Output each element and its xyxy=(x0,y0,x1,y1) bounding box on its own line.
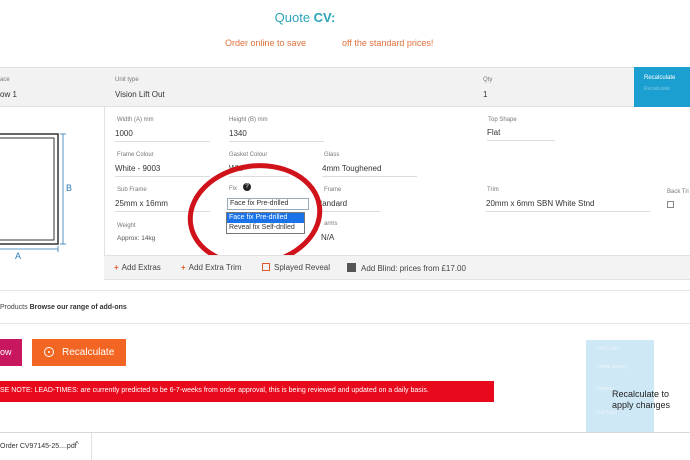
promo-text-2: off the standard prices! xyxy=(342,38,434,48)
highlight-circle-annotation xyxy=(187,163,323,267)
price-summary-panel: Unit Costs Online Saving Delivery Sub To… xyxy=(586,340,654,435)
recalculate-note: Recalculate to apply changes xyxy=(612,389,671,410)
page-title-quote-ref: CV: xyxy=(313,10,336,25)
download-file-name: Order CV97145-25....pdf xyxy=(0,443,77,450)
qty-input[interactable]: 1 xyxy=(483,90,487,99)
order-now-button[interactable]: ow xyxy=(0,339,22,366)
unit-type-label: Unit type xyxy=(115,77,139,83)
page-title: Quote CV: xyxy=(0,10,610,25)
reference-label: ace xyxy=(0,77,10,83)
checkbox-icon xyxy=(262,263,270,271)
page-title-prefix: Quote xyxy=(274,10,314,25)
online-saving-label: Online Saving xyxy=(596,364,628,370)
divider xyxy=(0,323,690,324)
splayed-reveal-button[interactable]: Splayed Reveal xyxy=(262,263,330,272)
back-trim-checkbox[interactable] xyxy=(667,201,674,208)
download-bar: Order CV97145-25....pdf ^ xyxy=(0,432,690,460)
add-blind-label: Add Blind: prices from £17.00 xyxy=(361,264,466,273)
splayed-reveal-label: Splayed Reveal xyxy=(274,263,331,272)
extras-toolbar: + Add Extras + Add Extra Trim Splayed Reve… xyxy=(104,255,690,280)
back-trim-label: Back Tri xyxy=(667,189,689,195)
glass-select[interactable]: 4mm Toughened xyxy=(322,162,417,177)
lead-time-notice: SE NOTE: LEAD-TIMES: are currently predi… xyxy=(0,381,494,402)
trim-select[interactable]: 20mm x 6mm SBN White Stnd xyxy=(486,197,650,212)
window-diagram: B A xyxy=(0,107,104,261)
unit-costs-label: Unit Costs xyxy=(596,346,620,352)
blind-icon xyxy=(347,263,356,272)
plus-icon: + xyxy=(114,263,119,272)
recalculate-button[interactable]: Recalculate xyxy=(32,339,126,366)
target-icon xyxy=(44,347,54,357)
products-row: Products Browse our range of add-ons xyxy=(0,304,127,311)
browse-add-ons-link[interactable]: Browse our range of add-ons xyxy=(30,304,127,311)
trim-label: Trim xyxy=(487,187,499,193)
arms-label: arms xyxy=(324,221,338,227)
height-label: Height (B) mm xyxy=(229,117,268,123)
window-diagram-svg xyxy=(0,133,66,252)
add-extra-trim-label: Add Extra Trim xyxy=(188,263,242,272)
frame-colour-label: Frame Colour xyxy=(117,152,154,158)
top-shape-label: Top Shape xyxy=(488,117,517,123)
height-input[interactable]: 1340 xyxy=(229,127,324,142)
add-blind-button[interactable]: Add Blind: prices from £17.00 xyxy=(347,263,466,273)
download-item[interactable]: Order CV97145-25....pdf ^ xyxy=(0,433,92,460)
recalculate-header-ghost: Recalculate xyxy=(644,86,671,92)
frame-type-label: Frame xyxy=(324,187,342,193)
gasket-colour-label: Gasket Colour xyxy=(229,152,268,158)
width-input[interactable]: 1000 xyxy=(115,127,210,142)
sub-frame-label: Sub Frame xyxy=(117,187,147,193)
add-extras-button[interactable]: + Add Extras xyxy=(114,263,161,272)
order-now-label: ow xyxy=(0,347,12,357)
recalculate-button-label: Recalculate xyxy=(62,347,115,358)
chevron-up-icon[interactable]: ^ xyxy=(75,440,79,449)
unit-type-value[interactable]: Vision Lift Out xyxy=(115,90,165,99)
reference-value[interactable]: ow 1 xyxy=(0,90,17,99)
divider xyxy=(0,290,690,291)
add-extra-trim-button[interactable]: + Add Extra Trim xyxy=(181,263,242,272)
width-label: Width (A) mm xyxy=(117,117,154,123)
qty-label: Qty xyxy=(483,77,493,83)
recalculate-header-button[interactable]: Recalculate Recalculate xyxy=(634,67,690,107)
weight-label: Weight xyxy=(117,223,136,229)
weight-value: Approx: 14kg xyxy=(117,235,156,242)
glass-label: Glass xyxy=(324,152,340,158)
recalculate-header-label: Recalculate xyxy=(644,75,676,81)
frame-type-select[interactable]: tandard xyxy=(320,197,380,212)
add-extras-label: Add Extras xyxy=(121,263,161,272)
dimension-a-label: A xyxy=(15,251,22,261)
plus-icon: + xyxy=(181,263,186,272)
top-shape-select[interactable]: Flat xyxy=(487,126,555,141)
unit-header-row: ace ow 1 Unit type Vision Lift Out Qty 1 xyxy=(0,67,690,107)
dimension-b-label: B xyxy=(66,183,73,193)
products-prefix: Products xyxy=(0,304,28,311)
promo-text-1: Order online to save xyxy=(225,38,307,48)
